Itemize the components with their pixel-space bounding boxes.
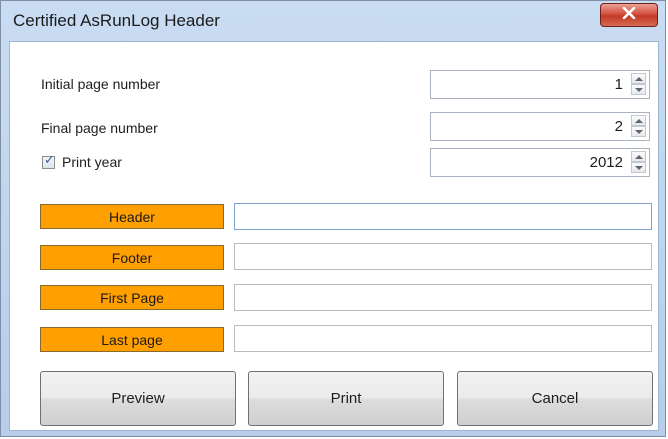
- initial-page-spinner[interactable]: 1: [430, 70, 650, 99]
- dialog-content: Initial page number 1 Final page number …: [9, 41, 659, 431]
- final-page-spinner[interactable]: 2: [430, 112, 650, 141]
- footer-input[interactable]: [234, 243, 652, 270]
- chevron-down-icon: [635, 166, 643, 170]
- final-page-up-button[interactable]: [631, 115, 646, 126]
- final-page-down-button[interactable]: [631, 126, 646, 137]
- chevron-up-icon: [635, 119, 643, 123]
- last-page-label: Last page: [40, 327, 224, 352]
- print-year-arrows: [631, 151, 647, 174]
- title-bar[interactable]: Certified AsRunLog Header: [1, 1, 665, 41]
- chevron-up-icon: [635, 77, 643, 81]
- dialog-window: Certified AsRunLog Header Initial page n…: [0, 0, 666, 437]
- print-year-spinner[interactable]: 2012: [430, 148, 650, 177]
- print-button[interactable]: Print: [248, 371, 444, 426]
- initial-page-up-button[interactable]: [631, 73, 646, 84]
- print-year-checkbox[interactable]: ✓: [42, 153, 55, 169]
- print-year-down-button[interactable]: [631, 162, 646, 173]
- close-icon: [622, 6, 636, 24]
- chevron-up-icon: [635, 155, 643, 159]
- window-title: Certified AsRunLog Header: [13, 11, 220, 30]
- initial-page-down-button[interactable]: [631, 84, 646, 95]
- close-button[interactable]: [600, 3, 658, 27]
- final-page-value[interactable]: 2: [615, 118, 623, 135]
- footer-label: Footer: [40, 245, 224, 270]
- first-page-input[interactable]: [234, 284, 652, 311]
- checkmark-icon: ✓: [44, 153, 55, 168]
- initial-page-label: Initial page number: [41, 76, 161, 92]
- initial-page-value[interactable]: 1: [615, 76, 623, 93]
- preview-button[interactable]: Preview: [40, 371, 236, 426]
- chevron-down-icon: [635, 88, 643, 92]
- final-page-label: Final page number: [41, 120, 158, 136]
- initial-page-arrows: [631, 73, 647, 96]
- chevron-down-icon: [635, 130, 643, 134]
- header-label: Header: [40, 204, 224, 229]
- final-page-arrows: [631, 115, 647, 138]
- print-year-label: Print year: [62, 154, 122, 170]
- first-page-label: First Page: [40, 285, 224, 310]
- print-year-value[interactable]: 2012: [590, 154, 623, 171]
- cancel-button[interactable]: Cancel: [457, 371, 653, 426]
- last-page-input[interactable]: [234, 325, 652, 352]
- print-year-up-button[interactable]: [631, 151, 646, 162]
- header-input[interactable]: [234, 203, 652, 230]
